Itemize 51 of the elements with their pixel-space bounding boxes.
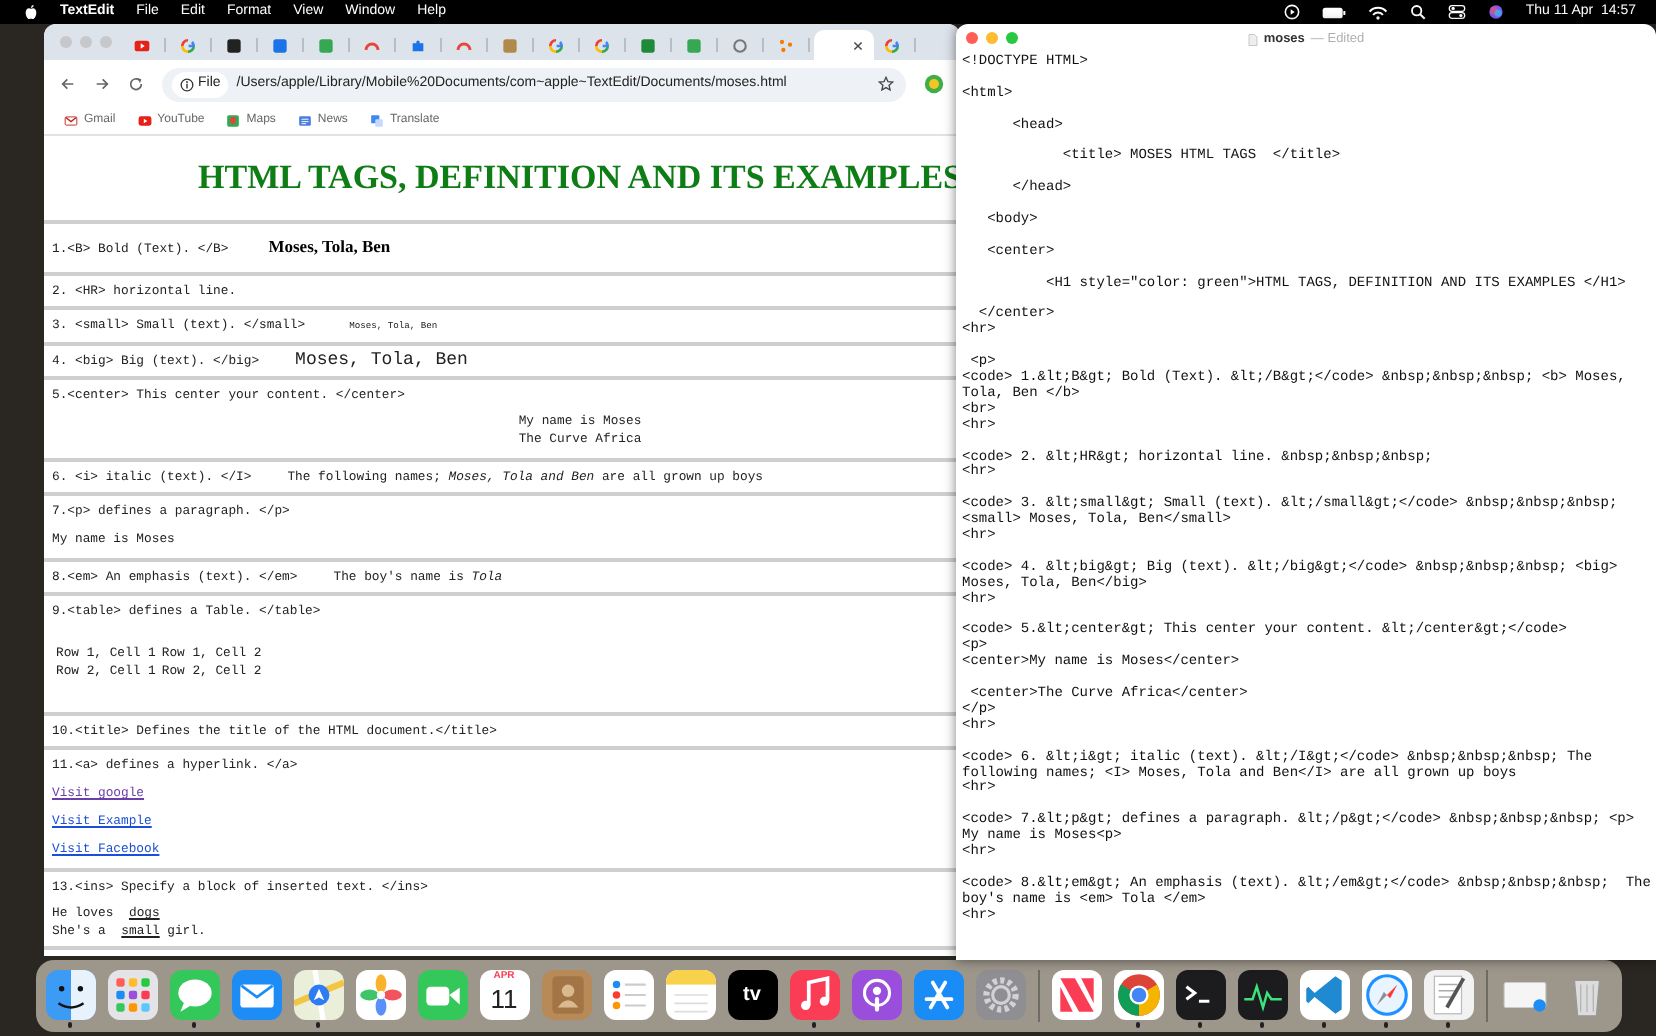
tricolor-circle-icon[interactable] — [1113, 970, 1163, 1021]
star-icon[interactable] — [878, 76, 894, 92]
sample-text: Moses, Tola, Ben — [295, 352, 468, 370]
newspaper-icon — [297, 114, 312, 128]
activity-graph-icon[interactable] — [1237, 970, 1287, 1021]
info-icon — [180, 77, 194, 91]
play-logo-icon — [137, 114, 152, 128]
profile-avatar-icon[interactable] — [924, 74, 944, 94]
g-logo-icon — [548, 37, 564, 53]
terminal-icon[interactable] — [1175, 970, 1225, 1021]
battery-icon[interactable] — [1321, 5, 1346, 19]
back-arrow-icon[interactable] — [60, 76, 76, 92]
smiley-icon[interactable] — [45, 970, 95, 1021]
map-icon[interactable] — [293, 970, 343, 1021]
envelope-icon — [64, 114, 78, 128]
map-pin-icon — [226, 114, 241, 128]
ribbon-icon[interactable] — [1299, 970, 1349, 1021]
tv-label: tv — [743, 982, 761, 1011]
orb-icon[interactable] — [1487, 4, 1504, 20]
news-icon[interactable] — [1051, 970, 1101, 1021]
flower-icon[interactable] — [355, 970, 405, 1021]
calendar-day: 11 — [490, 984, 518, 1015]
toggles-icon[interactable] — [1447, 4, 1466, 20]
speech-bubble-icon[interactable] — [169, 970, 219, 1021]
video-camera-icon[interactable] — [417, 970, 467, 1021]
forward-arrow-icon[interactable] — [94, 76, 110, 92]
g-logo-icon — [594, 37, 610, 53]
reload-icon[interactable] — [128, 76, 144, 92]
gear-icon[interactable] — [975, 970, 1025, 1021]
g-logo-icon — [884, 37, 900, 53]
play-circle-icon[interactable] — [1283, 4, 1300, 20]
wifi-icon[interactable] — [1367, 5, 1388, 19]
apple-logo-icon[interactable] — [24, 4, 38, 20]
address-book-icon[interactable] — [541, 970, 591, 1021]
sample-text: Moses, Tola, Ben — [268, 238, 391, 256]
checklist-icon[interactable] — [603, 970, 653, 1021]
translate-icon — [369, 114, 384, 128]
crossed-sticks-icon[interactable] — [913, 970, 963, 1021]
notepad-icon[interactable] — [665, 970, 715, 1021]
close-icon[interactable] — [852, 39, 864, 51]
page-heading: HTML TAGS, DEFINITION AND ITS EXAMPLES — [198, 156, 960, 201]
app-grid-icon[interactable] — [107, 970, 157, 1021]
tv-app-icon[interactable]: tv — [727, 970, 777, 1021]
music-note-icon[interactable] — [789, 970, 839, 1021]
paper-and-pen-icon[interactable] — [1423, 970, 1473, 1021]
search-icon[interactable] — [1409, 4, 1426, 20]
envelope-icon[interactable] — [231, 970, 281, 1021]
podcast-icon[interactable] — [851, 970, 901, 1021]
compass-icon[interactable] — [1361, 970, 1411, 1021]
g-logo-icon — [180, 37, 196, 53]
document-icon — [1247, 33, 1258, 45]
